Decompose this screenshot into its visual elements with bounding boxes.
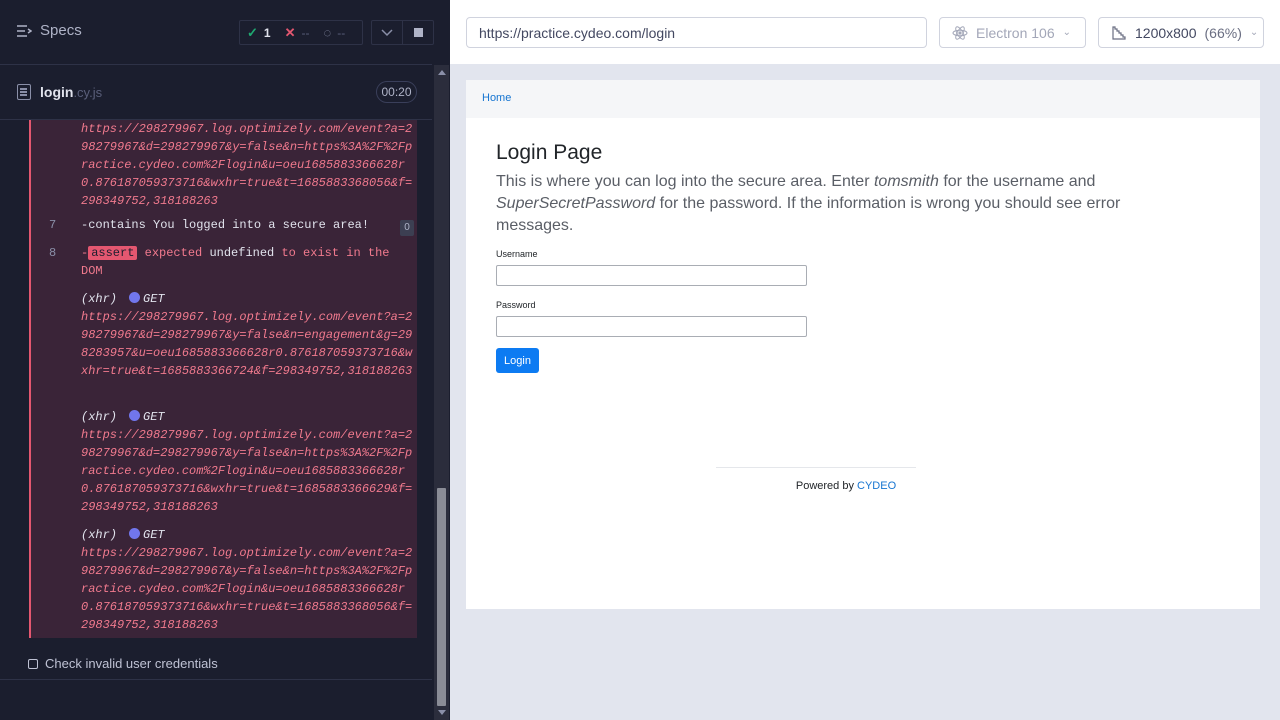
specs-list-icon — [17, 24, 32, 37]
assert-subject: undefined — [209, 246, 275, 260]
page-description: This is where you can log into the secur… — [496, 171, 1136, 237]
spec-file-header[interactable]: login.cy.js 00:20 — [0, 66, 432, 120]
x-icon: ✕ — [284, 24, 296, 40]
xhr-entry: (xhr) GET https://298279967.log.optimizel… — [81, 408, 415, 516]
test-title: Check invalid user credentials — [45, 656, 218, 671]
file-icon — [17, 84, 31, 100]
xhr-url: https://298279967.log.optimizely.com/eve… — [81, 428, 413, 514]
reporter-scrollbar[interactable] — [434, 65, 449, 720]
xhr-status-dot-icon — [129, 410, 141, 421]
xhr-method: GET — [143, 292, 165, 306]
pending-stat: ◌ -- — [317, 25, 353, 40]
pending-count: -- — [337, 25, 346, 40]
spec-file-name: login.cy.js — [40, 84, 102, 100]
xhr-status-dot-icon — [129, 292, 141, 303]
assert-rest: to exist in the — [281, 246, 390, 260]
desc-text: This is where you can log into the secur… — [496, 173, 874, 190]
electron-icon — [952, 25, 968, 40]
failed-stat: ✕ -- — [278, 25, 317, 41]
assert-message: - assert expected undefined to exist in t… — [81, 246, 390, 278]
login-button[interactable]: Login — [496, 348, 539, 373]
command-number: 8 — [49, 246, 57, 260]
xhr-url: https://298279967.log.optimizely.com/eve… — [81, 122, 413, 208]
xhr-method: GET — [143, 410, 165, 424]
assert-badge: assert — [88, 246, 138, 260]
scroll-thumb[interactable] — [437, 488, 446, 706]
xhr-tag: (xhr) — [81, 528, 118, 542]
xhr-url: https://298279967.log.optimizely.com/eve… — [81, 546, 413, 632]
aut-panel: https://practice.cydeo.com/login Electro… — [450, 0, 1280, 720]
checkbox-icon — [28, 658, 38, 669]
duration-badge: 00:20 — [376, 81, 417, 103]
page-title: Login Page — [496, 141, 603, 164]
browser-selector[interactable]: Electron 106 ⌄ — [939, 17, 1086, 48]
failed-count: -- — [301, 25, 310, 40]
desc-text: for the username and — [938, 173, 1096, 190]
pending-icon: ◌ — [323, 25, 332, 40]
aut-header: https://practice.cydeo.com/login Electro… — [450, 0, 1280, 64]
test-stats: ✓ 1 ✕ -- ◌ -- — [239, 20, 363, 45]
brand-link[interactable]: CYDEO — [857, 480, 896, 492]
spec-ext: .cy.js — [73, 85, 103, 100]
element-count-badge: 0 — [400, 220, 414, 236]
xhr-tag: (xhr) — [81, 410, 118, 424]
xhr-status-dot-icon — [129, 528, 141, 539]
reporter-panel: Specs ✓ 1 ✕ -- ◌ -- login.cy.js 00:20 ht… — [0, 0, 450, 720]
divider — [0, 679, 432, 680]
desc-password: SuperSecretPassword — [496, 195, 656, 212]
check-icon: ✓ — [247, 24, 258, 40]
browser-label: Electron 106 — [976, 24, 1055, 41]
username-label: Username — [496, 249, 538, 259]
scroll-down-icon[interactable] — [438, 710, 446, 715]
test-title-row[interactable]: Check invalid user credentials — [28, 656, 218, 671]
scroll-up-icon[interactable] — [438, 70, 446, 75]
stop-icon — [413, 28, 423, 37]
xhr-url: https://298279967.log.optimizely.com/eve… — [81, 310, 413, 378]
password-input[interactable] — [496, 316, 807, 337]
passed-count: 1 — [263, 25, 271, 40]
chevron-down-icon: ⌄ — [1249, 27, 1259, 38]
specs-label: Specs — [40, 22, 82, 39]
command-log: https://298279967.log.optimizely.com/eve… — [29, 120, 417, 638]
stop-button[interactable] — [402, 20, 434, 45]
viewport-scale: (66%) — [1204, 24, 1242, 41]
command-contains-text: -contains You logged into a secure area! — [81, 218, 370, 232]
xhr-entry: (xhr) GET https://298279967.log.optimizel… — [81, 290, 415, 380]
aut-iframe: Home Login Page This is where you can lo… — [466, 80, 1260, 609]
viewport-icon — [1112, 25, 1126, 40]
specs-toggle-button[interactable]: Specs — [16, 22, 82, 39]
xhr-method: GET — [143, 528, 165, 542]
breadcrumb: Home — [466, 80, 1260, 118]
viewport-size: 1200x800 — [1135, 24, 1197, 41]
expand-collapse-button[interactable] — [371, 20, 403, 45]
assert-expected: expected — [144, 246, 203, 260]
username-input[interactable] — [496, 265, 807, 286]
command-number: 7 — [49, 218, 57, 232]
footer-divider — [716, 467, 916, 468]
xhr-tag: (xhr) — [81, 292, 118, 306]
footer-powered-by: Powered by CYDEO — [466, 480, 1226, 492]
aut-url-field[interactable]: https://practice.cydeo.com/login — [466, 17, 927, 48]
xhr-entry: (xhr) GET https://298279967.log.optimizel… — [81, 526, 415, 634]
breadcrumb-home-link[interactable]: Home — [482, 92, 511, 104]
passed-stat: ✓ 1 — [240, 25, 278, 41]
chevron-down-icon: ⌄ — [1062, 27, 1071, 38]
chevron-down-icon — [381, 28, 393, 36]
reporter-header: Specs ✓ 1 ✕ -- ◌ -- — [0, 0, 434, 65]
password-label: Password — [496, 300, 536, 310]
viewport-selector[interactable]: 1200x800 (66%) ⌄ — [1098, 17, 1264, 48]
assert-rest-2: DOM — [81, 264, 103, 278]
powered-by-text: Powered by — [795, 480, 858, 492]
desc-username: tomsmith — [873, 173, 939, 190]
spec-name: login — [40, 84, 74, 100]
